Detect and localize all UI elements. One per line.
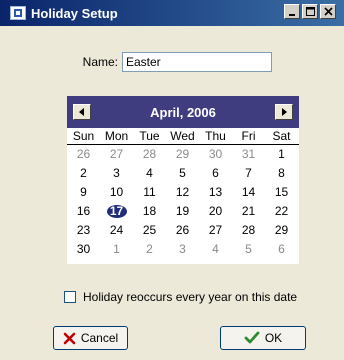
ok-label: OK: [264, 331, 283, 345]
calendar-day[interactable]: 4: [133, 164, 166, 183]
calendar-day[interactable]: 10: [100, 183, 133, 202]
calendar-day[interactable]: 2: [133, 240, 166, 259]
calendar-day[interactable]: 14: [232, 183, 265, 202]
close-button[interactable]: [320, 4, 336, 19]
calendar-day[interactable]: 27: [199, 221, 232, 240]
calendar-day[interactable]: 19: [166, 202, 199, 221]
calendar-day[interactable]: 25: [133, 221, 166, 240]
arrow-right-icon: [282, 108, 287, 116]
calendar-header: April, 2006: [67, 96, 299, 128]
calendar-day[interactable]: 8: [265, 164, 298, 183]
calendar-day[interactable]: 3: [100, 164, 133, 183]
cancel-label: Cancel: [80, 331, 119, 345]
calendar-day[interactable]: 18: [133, 202, 166, 221]
x-icon: [63, 332, 76, 344]
calendar-day[interactable]: 26: [166, 221, 199, 240]
recur-checkbox[interactable]: [64, 291, 76, 303]
weekday-header: Sun Mon Tue Wed Thu Fri Sat: [67, 128, 299, 145]
window-controls: [284, 4, 336, 19]
calendar-day-selected[interactable]: 17: [100, 202, 133, 221]
calendar-day[interactable]: 12: [166, 183, 199, 202]
calendar-day[interactable]: 28: [232, 221, 265, 240]
name-input[interactable]: [122, 52, 272, 72]
weekday-label: Sun: [72, 129, 95, 143]
name-row: Name:: [74, 52, 272, 72]
calendar-day[interactable]: 31: [232, 145, 265, 164]
weekday-label: Sat: [272, 129, 291, 143]
minimize-button[interactable]: [284, 4, 300, 19]
arrow-left-icon: [79, 108, 84, 116]
calendar-day[interactable]: 20: [199, 202, 232, 221]
calendar-day[interactable]: 21: [232, 202, 265, 221]
weekday-label: Thu: [205, 129, 226, 143]
calendar-day[interactable]: 28: [133, 145, 166, 164]
calendar-day[interactable]: 30: [199, 145, 232, 164]
calendar-day[interactable]: 24: [100, 221, 133, 240]
checkmark-icon: [244, 331, 260, 344]
calendar-day[interactable]: 29: [166, 145, 199, 164]
window-title: Holiday Setup: [31, 5, 118, 21]
calendar-day[interactable]: 4: [199, 240, 232, 259]
calendar-day[interactable]: 6: [265, 240, 298, 259]
title-bar: Holiday Setup: [0, 0, 344, 26]
calendar-day[interactable]: 7: [232, 164, 265, 183]
calendar-day[interactable]: 11: [133, 183, 166, 202]
app-icon: [10, 6, 26, 20]
prev-month-button[interactable]: [73, 104, 91, 120]
calendar-day[interactable]: 30: [67, 240, 100, 259]
calendar-month-label: April, 2006: [150, 104, 216, 120]
calendar-day[interactable]: 16: [67, 202, 100, 221]
calendar-day[interactable]: 29: [265, 221, 298, 240]
calendar: April, 2006 Sun Mon Tue Wed Thu Fri Sat 26 27 28…: [67, 96, 299, 264]
calendar-day[interactable]: 3: [166, 240, 199, 259]
calendar-day[interactable]: 1: [100, 240, 133, 259]
maximize-button[interactable]: [302, 4, 318, 19]
weekday-label: Fri: [241, 129, 256, 143]
calendar-day[interactable]: 6: [199, 164, 232, 183]
calendar-day[interactable]: 2: [67, 164, 100, 183]
day-grid: 26 27 28 29 30 31 1 2 3 4 5 6 7 8 9 10 11 12 13 14 15 16 17 18 1…: [67, 145, 299, 259]
calendar-day[interactable]: 9: [67, 183, 100, 202]
calendar-day[interactable]: 27: [100, 145, 133, 164]
calendar-day[interactable]: 15: [265, 183, 298, 202]
calendar-day[interactable]: 5: [166, 164, 199, 183]
weekday-label: Tue: [139, 129, 160, 143]
calendar-day[interactable]: 22: [265, 202, 298, 221]
recur-label: Holiday reoccurs every year on this date: [83, 290, 298, 304]
recur-option: Holiday reoccurs every year on this date: [64, 290, 297, 304]
calendar-day[interactable]: 13: [199, 183, 232, 202]
name-label: Name:: [82, 55, 118, 69]
calendar-day[interactable]: 5: [232, 240, 265, 259]
calendar-day[interactable]: 23: [67, 221, 100, 240]
weekday-label: Mon: [104, 129, 129, 143]
next-month-button[interactable]: [275, 104, 293, 120]
ok-button[interactable]: OK: [220, 326, 306, 350]
cancel-button[interactable]: Cancel: [53, 326, 128, 350]
calendar-day[interactable]: 1: [265, 145, 298, 164]
calendar-day[interactable]: 26: [67, 145, 100, 164]
weekday-label: Wed: [170, 129, 195, 143]
